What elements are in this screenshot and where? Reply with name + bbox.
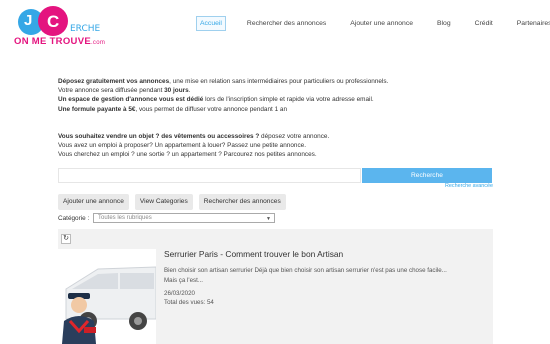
category-selected-value: Toutes les rubriques <box>98 215 152 221</box>
listing-description: Bien choisir son artisan serrurier Déjà … <box>164 266 484 285</box>
listing-date: 26/03/2020 <box>164 290 195 297</box>
logo-perche-text: ERCHE <box>70 24 101 34</box>
action-buttons: Ajouter une annonce View Categories Rech… <box>58 194 292 210</box>
listing-panel: ↻ Serrurier Paris - Comment trouver le b… <box>58 229 493 344</box>
listing-title[interactable]: Serrurier Paris - Comment trouver le bon… <box>164 249 343 259</box>
intro-line-3: Un espace de gestion d'annonce vous est … <box>58 96 374 104</box>
search-button[interactable]: Recherche <box>362 168 492 183</box>
nav-ajouter-annonce[interactable]: Ajouter une annonce <box>347 17 416 30</box>
listing-description-line-1: Bien choisir son artisan serrurier Déjà … <box>164 267 447 274</box>
logo-letter-c: C <box>47 12 60 31</box>
intro-line-1: Déposez gratuitement vos annonces, une m… <box>58 78 389 85</box>
intro-line-2: Votre annonce sera diffusée pendant 30 j… <box>58 87 191 95</box>
question-3: Vous cherchez un emploi ? une sortie ? u… <box>58 151 317 159</box>
nav-blog[interactable]: Blog <box>434 17 454 30</box>
nav-accueil[interactable]: Accueil <box>196 16 226 31</box>
question-2: Vous avez un emploi à proposer? Un appar… <box>58 142 306 150</box>
add-ad-button[interactable]: Ajouter une annonce <box>58 194 129 210</box>
logo-tagline: ON ME TROUVE.com <box>14 36 106 47</box>
logo-letter-j: J <box>24 12 33 29</box>
nav-rechercher-annonces[interactable]: Rechercher des annonces <box>244 17 329 30</box>
advanced-search-link[interactable]: Recherche avancée <box>445 183 493 189</box>
chevron-down-icon: ▼ <box>266 216 271 222</box>
question-1: Vous souhaitez vendre un objet ? des vêt… <box>58 133 330 140</box>
main-nav: Accueil Rechercher des annonces Ajouter … <box>196 16 550 31</box>
refresh-icon[interactable]: ↻ <box>61 234 71 244</box>
search-input[interactable] <box>58 168 361 183</box>
view-categories-button[interactable]: View Categories <box>134 194 193 210</box>
nav-credit[interactable]: Crédit <box>472 17 496 30</box>
listing-thumbnail[interactable] <box>58 249 156 344</box>
category-select[interactable]: Toutes les rubriques ▼ <box>93 213 275 223</box>
intro-questions: Vous souhaitez vendre un objet ? des vêt… <box>58 132 498 160</box>
intro-text: Déposez gratuitement vos annonces, une m… <box>58 77 498 114</box>
site-logo[interactable]: J C ERCHE ON ME TROUVE.com <box>14 6 114 48</box>
search-ads-button[interactable]: Rechercher des annonces <box>198 194 286 210</box>
locksmith-van-image <box>58 249 156 344</box>
listing-description-line-2: Mais ça l'est... <box>164 276 204 284</box>
nav-partenaires[interactable]: Partenaires <box>514 17 550 30</box>
category-label: Catégorie : <box>58 215 90 222</box>
intro-line-4: Une formule payante à 5€, vous permet de… <box>58 105 288 113</box>
listing-views: Total des vues: 54 <box>164 299 214 306</box>
